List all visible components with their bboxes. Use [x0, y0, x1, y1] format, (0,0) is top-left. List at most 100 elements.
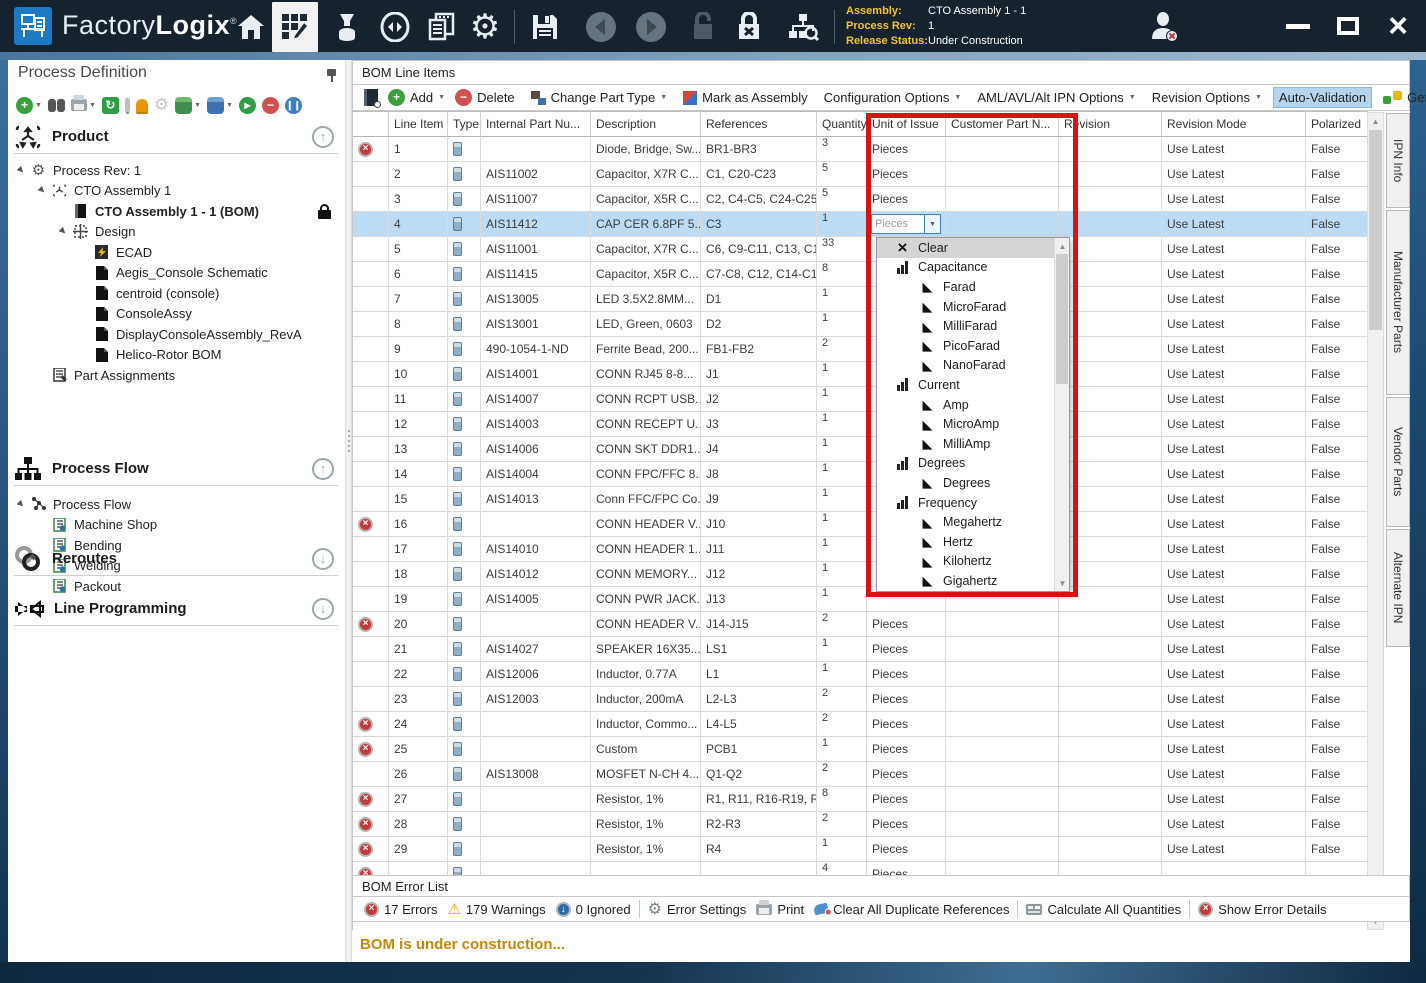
calculate-all-quantities-button[interactable]: Calculate All Quantities — [1021, 900, 1186, 919]
cell-refs[interactable]: D1 — [701, 287, 817, 312]
cell-pol[interactable]: False — [1306, 637, 1368, 662]
cell-rev[interactable] — [1059, 162, 1162, 187]
cell-ipn[interactable] — [481, 812, 591, 837]
cell-type[interactable] — [448, 787, 481, 812]
column-header-type[interactable]: Type — [448, 111, 481, 137]
cell-pol[interactable]: False — [1306, 462, 1368, 487]
cell-type[interactable] — [448, 837, 481, 862]
bom-book-button[interactable] — [359, 87, 383, 108]
cell-line[interactable]: 27 — [389, 787, 448, 812]
cell-pol[interactable]: False — [1306, 387, 1368, 412]
cell-rev[interactable] — [1059, 512, 1162, 537]
cell-mode[interactable]: Use Latest — [1162, 837, 1306, 862]
cell-pol[interactable]: False — [1306, 662, 1368, 687]
minimize-button[interactable] — [1278, 8, 1318, 44]
cell-qty[interactable]: 1 — [817, 212, 867, 237]
column-header-quantity[interactable]: Quantity — [817, 111, 867, 137]
cell-type[interactable] — [448, 587, 481, 612]
cell-ipn[interactable]: AIS14004 — [481, 462, 591, 487]
cell-line[interactable]: 8 — [389, 312, 448, 337]
cell-line[interactable]: 11 — [389, 387, 448, 412]
auto-validation-button[interactable]: Auto-Validation — [1273, 87, 1372, 108]
dropdown-item-milliamp[interactable]: ◣MilliAmp — [877, 434, 1069, 454]
cell-ipn[interactable]: AIS14005 — [481, 587, 591, 612]
cell-mode[interactable]: Use Latest — [1162, 412, 1306, 437]
cell-ipn[interactable]: AIS11415 — [481, 262, 591, 287]
unit-of-issue-combobox[interactable]: Pieces▼ — [871, 214, 941, 234]
cell-line[interactable]: 28 — [389, 812, 448, 837]
cell-desc[interactable]: Diode, Bridge, Sw... — [591, 137, 701, 162]
cell-desc[interactable]: CONN SKT DDR1... — [591, 437, 701, 462]
cell-desc[interactable]: CONN MEMORY... — [591, 562, 701, 587]
cell-qty[interactable]: 8 — [817, 787, 867, 812]
tree-item-displayconsoleassembly-reva[interactable]: DisplayConsoleAssembly_RevA — [8, 324, 345, 344]
data-transfer-icon[interactable] — [378, 10, 412, 44]
cell-type[interactable] — [448, 337, 481, 362]
dropdown-item-farad[interactable]: ◣Farad — [877, 277, 1069, 297]
cell-cust[interactable] — [946, 137, 1059, 162]
cell-rev[interactable] — [1059, 712, 1162, 737]
tree-item-process-flow[interactable]: ▶Process Flow — [8, 494, 345, 514]
table-row[interactable]: 15AIS14013Conn FFC/FPC Co...J91Use Lates… — [353, 487, 1368, 512]
dropdown-item-millifarad[interactable]: ◣MilliFarad — [877, 316, 1069, 336]
cell-ipn[interactable] — [481, 737, 591, 762]
cell-rev[interactable] — [1059, 387, 1162, 412]
cell-refs[interactable]: R4 — [701, 837, 817, 862]
cell-refs[interactable]: J2 — [701, 387, 817, 412]
cell-type[interactable] — [448, 487, 481, 512]
cell-ipn[interactable]: AIS14027 — [481, 637, 591, 662]
cell-pol[interactable]: False — [1306, 762, 1368, 787]
cell-pol[interactable]: False — [1306, 437, 1368, 462]
cell-cust[interactable] — [946, 162, 1059, 187]
cell-line[interactable]: 20 — [389, 612, 448, 637]
column-header-polarized[interactable]: Polarized — [1306, 111, 1368, 137]
cell-line[interactable]: 26 — [389, 762, 448, 787]
cell-desc[interactable]: Resistor, 1% — [591, 787, 701, 812]
scroll-down-icon[interactable]: ▼ — [1055, 575, 1070, 591]
cell-type[interactable] — [448, 287, 481, 312]
cell-rev[interactable] — [1059, 312, 1162, 337]
scroll-thumb[interactable] — [1369, 130, 1382, 330]
cell-refs[interactable]: J1 — [701, 362, 817, 387]
cell-refs[interactable]: D2 — [701, 312, 817, 337]
maximize-button[interactable] — [1328, 8, 1368, 44]
cell-type[interactable] — [448, 687, 481, 712]
cell-mode[interactable]: Use Latest — [1162, 637, 1306, 662]
cell-mode[interactable]: Use Latest — [1162, 237, 1306, 262]
cell-ipn[interactable] — [481, 137, 591, 162]
cell-rev[interactable] — [1059, 362, 1162, 387]
section-product[interactable]: Product ↑ — [14, 120, 338, 154]
cell-mode[interactable]: Use Latest — [1162, 337, 1306, 362]
tree-item-process-rev-1[interactable]: ▶⚙Process Rev: 1 — [8, 160, 345, 180]
dropdown-item-clear[interactable]: ×Clear — [877, 238, 1069, 258]
column-header-line-item[interactable]: Line Item — [389, 111, 448, 137]
show-error-details-button[interactable]: ×Show Error Details — [1193, 900, 1331, 919]
cell-refs[interactable]: Q1-Q2 — [701, 762, 817, 787]
cell-line[interactable]: 7 — [389, 287, 448, 312]
cell-ipn[interactable]: AIS12006 — [481, 662, 591, 687]
expander-icon[interactable]: ▶ — [16, 498, 28, 510]
cell-desc[interactable]: Inductor, 0.77A — [591, 662, 701, 687]
cell-mode[interactable]: Use Latest — [1162, 137, 1306, 162]
structure-search-icon[interactable] — [786, 10, 820, 44]
cell-mode[interactable]: Use Latest — [1162, 587, 1306, 612]
cell-refs[interactable]: FB1-FB2 — [701, 337, 817, 362]
cell-line[interactable]: 18 — [389, 562, 448, 587]
table-row[interactable]: 22AIS12006Inductor, 0.77AL11PiecesUse La… — [353, 662, 1368, 687]
cell-pol[interactable]: False — [1306, 287, 1368, 312]
gear-disabled-button[interactable]: ⚙ — [154, 95, 169, 115]
cell-mode[interactable]: Use Latest — [1162, 512, 1306, 537]
cell-refs[interactable]: J12 — [701, 562, 817, 587]
cell-refs[interactable]: J9 — [701, 487, 817, 512]
side-tab-manufacturer-parts[interactable]: Manufacturer Parts — [1386, 210, 1410, 395]
table-row[interactable]: ×24Inductor, Commo...L4-L52PiecesUse Lat… — [353, 712, 1368, 737]
save-icon[interactable] — [528, 10, 562, 44]
cell-qty[interactable]: 1 — [817, 362, 867, 387]
cell-rev[interactable] — [1059, 662, 1162, 687]
dropdown-scrollbar[interactable]: ▲▼ — [1054, 238, 1069, 591]
cell-pol[interactable]: False — [1306, 612, 1368, 637]
cell-mode[interactable]: Use Latest — [1162, 162, 1306, 187]
side-tab-alternate-ipn[interactable]: Alternate IPN — [1386, 529, 1410, 647]
side-tab-vendor-parts[interactable]: Vendor Parts — [1386, 397, 1410, 527]
cell-qty[interactable]: 1 — [817, 437, 867, 462]
